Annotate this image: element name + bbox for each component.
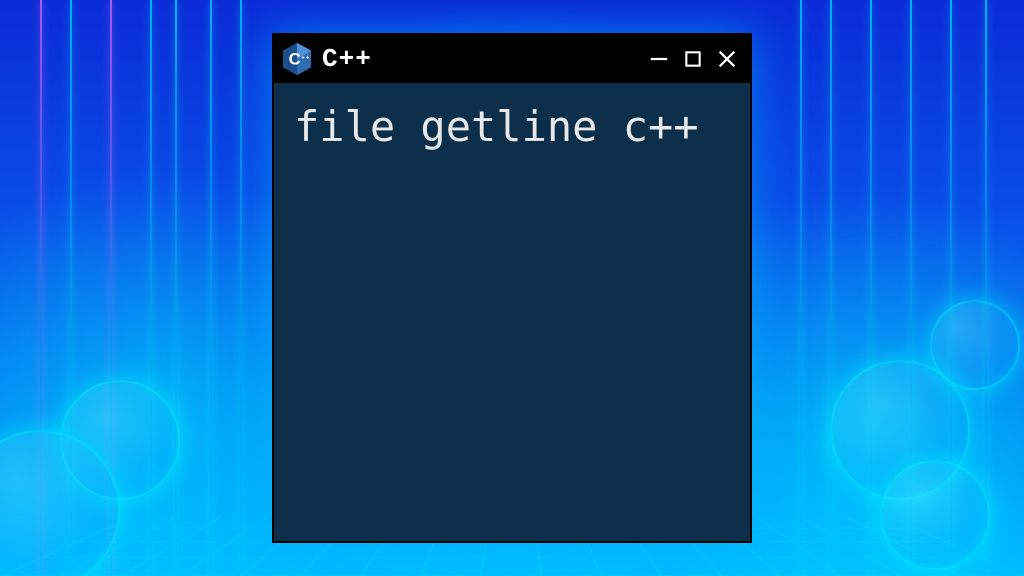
svg-text:+: + [301, 55, 305, 61]
svg-text:C: C [289, 50, 301, 69]
minimize-button[interactable] [646, 46, 672, 72]
titlebar[interactable]: C + + C++ [274, 35, 750, 83]
terminal-content: file getline c++ [274, 83, 750, 541]
terminal-window: C + + C++ file getline c++ [272, 33, 752, 543]
window-title: C++ [322, 44, 636, 74]
cpp-logo-icon: C + + [282, 42, 312, 76]
svg-text:+: + [306, 55, 310, 61]
close-button[interactable] [714, 46, 740, 72]
maximize-button[interactable] [680, 46, 706, 72]
window-controls [646, 46, 740, 72]
